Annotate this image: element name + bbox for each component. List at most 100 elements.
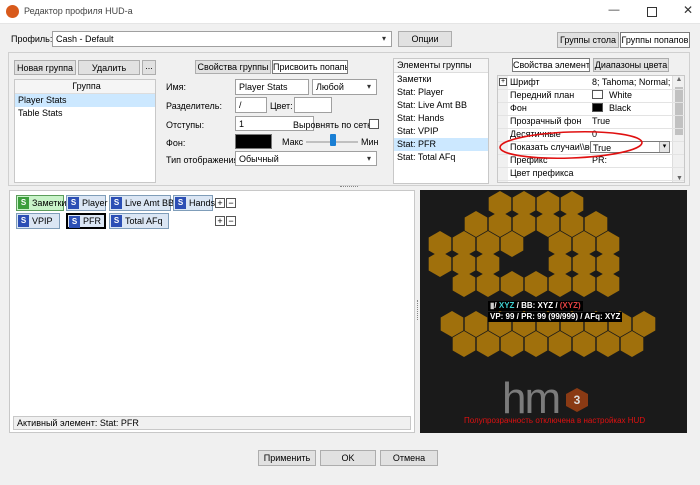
hex-cell bbox=[500, 231, 524, 257]
hud-line-1: ▮/ XYZ / BB: XYZ / (XYZ) bbox=[488, 301, 583, 311]
max-label: Макс bbox=[282, 137, 304, 147]
new-group-button[interactable]: Новая группа bbox=[14, 60, 76, 75]
element-item[interactable]: Stat: Player bbox=[394, 86, 488, 99]
tab-group-props[interactable]: Свойства группы bbox=[195, 60, 271, 74]
group-list: Группа Player Stats Table Stats bbox=[14, 79, 156, 183]
hex-cell bbox=[512, 211, 536, 237]
align-grid-checkbox[interactable] bbox=[369, 119, 379, 129]
display-type-combo[interactable]: Обычный ▾ bbox=[235, 151, 377, 166]
chip-pfr[interactable]: S PFR bbox=[66, 213, 106, 229]
group-elements-list: Элементы группы Заметки Stat: Player Sta… bbox=[393, 58, 489, 184]
prop-row-foreground[interactable]: Передний план White bbox=[498, 89, 684, 103]
tab-popup-groups[interactable]: Группы попапов bbox=[620, 32, 690, 48]
name-label: Имя: bbox=[166, 82, 187, 92]
name-input[interactable]: Player Stats bbox=[235, 79, 309, 95]
tab-assign-popups[interactable]: Присвоить попапы bbox=[272, 60, 348, 74]
element-item[interactable]: Stat: Hands bbox=[394, 112, 488, 125]
apply-button[interactable]: Применить bbox=[258, 450, 316, 466]
hex-cell bbox=[536, 211, 560, 237]
hex-cell bbox=[632, 311, 656, 337]
bg-label: Фон: bbox=[166, 138, 186, 148]
options-button[interactable]: Опции bbox=[398, 31, 452, 47]
hex-cell bbox=[452, 331, 476, 357]
cancel-button[interactable]: Отмена bbox=[380, 450, 438, 466]
chevron-down-icon: ▾ bbox=[366, 154, 371, 163]
app-icon bbox=[6, 5, 19, 18]
chip-total-afq[interactable]: S Total AFq bbox=[109, 213, 169, 229]
transparency-note: Полупрозрачность отключена в настройках … bbox=[464, 416, 646, 425]
element-item[interactable]: Stat: Total AFq bbox=[394, 151, 488, 164]
prop-row-transparent-bg[interactable]: Прозрачный фон True bbox=[498, 115, 684, 129]
hud-line-2: VP: 99 / PR: 99 (99/999) / AFq: XYZ bbox=[488, 312, 623, 322]
annotation-ellipse bbox=[499, 130, 643, 160]
opacity-slider-thumb[interactable] bbox=[330, 134, 336, 146]
profile-label: Профиль: bbox=[11, 34, 53, 44]
display-type-label: Тип отображения: bbox=[166, 155, 241, 165]
min-label: Мин bbox=[361, 137, 379, 147]
remove-row2-button[interactable]: − bbox=[226, 216, 236, 226]
hex-cell bbox=[596, 271, 620, 297]
hex-cell bbox=[476, 331, 500, 357]
layout-editor: S Заметки S Player S Live Amt BB S Hands + −… bbox=[9, 190, 415, 433]
display-type-value: Обычный bbox=[239, 154, 279, 164]
hex-cell bbox=[500, 331, 524, 357]
tab-color-ranges[interactable]: Диапазоны цвета bbox=[593, 58, 669, 72]
hex-cell bbox=[476, 271, 500, 297]
active-element-status: Активный элемент: Stat: PFR bbox=[13, 416, 411, 430]
bg-color-swatch[interactable] bbox=[235, 134, 272, 149]
chip-live-amt-bb[interactable]: S Live Amt BB bbox=[109, 195, 174, 211]
add-row1-button[interactable]: + bbox=[215, 198, 225, 208]
separator-input[interactable]: / bbox=[235, 97, 267, 113]
hex-cell bbox=[572, 271, 596, 297]
chip-hands[interactable]: S Hands bbox=[173, 195, 215, 211]
profile-value: Cash - Default bbox=[56, 34, 114, 44]
hex-cell bbox=[524, 331, 548, 357]
name-combo[interactable]: Любой ▾ bbox=[312, 79, 377, 95]
chip-vpip[interactable]: S VPIP bbox=[16, 213, 60, 229]
element-item-selected[interactable]: Stat: PFR bbox=[394, 138, 488, 151]
vertical-splitter-handle[interactable] bbox=[417, 300, 419, 320]
ok-button[interactable]: OK bbox=[320, 450, 376, 466]
profile-combo[interactable]: Cash - Default ▾ bbox=[52, 31, 392, 47]
prop-row-background[interactable]: Фон Black bbox=[498, 102, 684, 116]
element-item[interactable]: Stat: VPIP bbox=[394, 125, 488, 138]
chip-player[interactable]: S Player bbox=[66, 195, 108, 211]
add-row2-button[interactable]: + bbox=[215, 216, 225, 226]
maximize-button[interactable] bbox=[644, 4, 660, 18]
element-item[interactable]: Stat: Live Amt BB bbox=[394, 99, 488, 112]
hex-cell bbox=[584, 211, 608, 237]
hex-cell bbox=[524, 271, 548, 297]
remove-row1-button[interactable]: − bbox=[226, 198, 236, 208]
title-bar: Редактор профиля HUD-а — ✕ bbox=[0, 0, 700, 24]
prop-row-font[interactable]: Шрифт8; Tahoma; Normal; Bol bbox=[498, 76, 684, 90]
delete-group-button[interactable]: Удалить bbox=[78, 60, 140, 75]
group-item-table-stats[interactable]: Table Stats bbox=[15, 107, 155, 120]
group-item-player-stats[interactable]: Player Stats bbox=[15, 94, 155, 107]
chip-notes[interactable]: S Заметки bbox=[16, 195, 66, 211]
tab-table-groups[interactable]: Группы стола bbox=[557, 32, 619, 48]
hex-cell bbox=[440, 311, 464, 337]
white-swatch bbox=[592, 90, 603, 99]
align-grid-label: Выровнять по сетке bbox=[293, 120, 377, 130]
chevron-down-icon: ▾ bbox=[366, 82, 371, 91]
hex-cell bbox=[620, 331, 644, 357]
prop-row-prefix-color[interactable]: Цвет префикса bbox=[498, 167, 684, 181]
color-input[interactable] bbox=[294, 97, 332, 113]
padding-label: Отступы: bbox=[166, 120, 205, 130]
hex-cell bbox=[428, 251, 452, 277]
close-button[interactable]: ✕ bbox=[680, 3, 696, 17]
hm3-logo: hm bbox=[502, 374, 561, 423]
splitter-handle[interactable] bbox=[340, 186, 358, 189]
hud-preview: ▮/ XYZ / BB: XYZ / (XYZ) VP: 99 / PR: 99… bbox=[420, 190, 687, 433]
black-swatch bbox=[592, 103, 603, 112]
group-list-header: Группа bbox=[15, 80, 155, 94]
minimize-button[interactable]: — bbox=[606, 4, 622, 18]
chevron-down-icon[interactable]: ▾ bbox=[659, 142, 669, 152]
element-item[interactable]: Заметки bbox=[394, 73, 488, 86]
tab-element-props[interactable]: Свойства элемента bbox=[512, 58, 590, 72]
more-button[interactable]: ... bbox=[142, 60, 156, 75]
hex-cell bbox=[572, 331, 596, 357]
name-combo-value: Любой bbox=[316, 82, 344, 92]
color-label: Цвет: bbox=[270, 101, 293, 111]
window-title: Редактор профиля HUD-а bbox=[24, 6, 133, 16]
